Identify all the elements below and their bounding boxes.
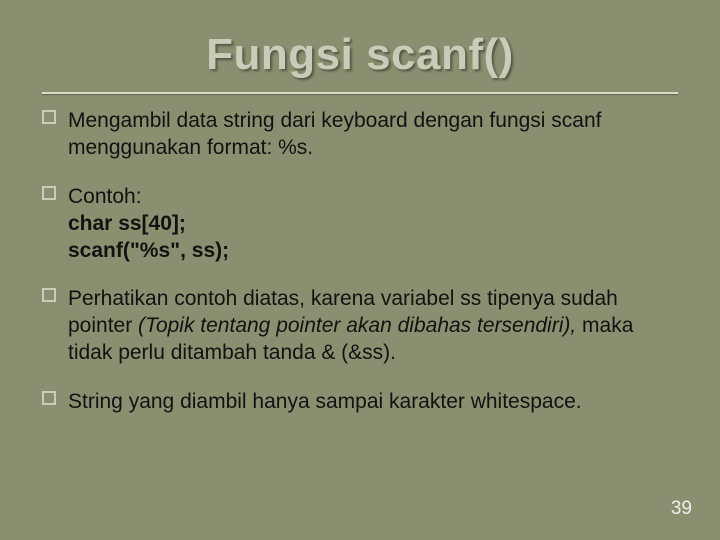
bullet-item-3: Perhatikan contoh diatas, karena variabe… (42, 286, 668, 367)
square-bullet-icon (42, 110, 56, 124)
title-underline (42, 92, 678, 94)
para3-b: (Topik tentang pointer akan dibahas ters… (138, 314, 576, 337)
page-number: 39 (671, 498, 692, 520)
para2-code-line2: scanf("%s", ss); (68, 239, 229, 262)
square-bullet-icon (42, 391, 56, 405)
para2-lead: Contoh: (68, 185, 142, 208)
para1-text: Mengambil data string dari keyboard deng… (68, 109, 602, 159)
para2-code-line1: char ss[40]; (68, 212, 186, 235)
slide-title: Fungsi scanf() (206, 30, 514, 80)
square-bullet-icon (42, 186, 56, 200)
para4-text: String yang diambil hanya sampai karakte… (68, 390, 582, 413)
slide-title-wrap: Fungsi scanf() (0, 30, 720, 80)
bullet-item-1: Mengambil data string dari keyboard deng… (42, 108, 668, 162)
bullet-item-2: Contoh: char ss[40]; scanf("%s", ss); (42, 184, 668, 265)
square-bullet-icon (42, 288, 56, 302)
bullet-item-4: String yang diambil hanya sampai karakte… (42, 389, 668, 416)
slide-content: Mengambil data string dari keyboard deng… (42, 108, 668, 438)
